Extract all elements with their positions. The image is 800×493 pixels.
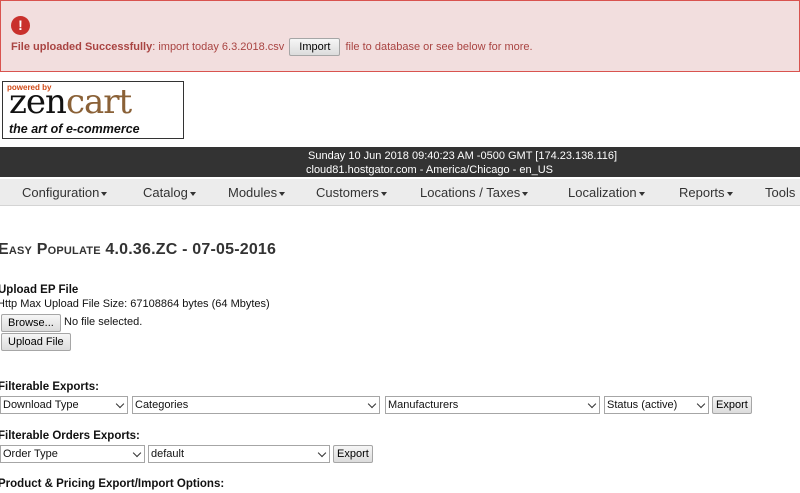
menu-catalog[interactable]: Catalog <box>143 185 196 200</box>
logo-tagline: the art of e-commerce <box>9 122 140 136</box>
menu-modules[interactable]: Modules <box>228 185 286 200</box>
select-value: Download Type <box>3 399 79 411</box>
chevron-down-icon <box>696 399 706 409</box>
caret-down-icon <box>726 191 733 196</box>
menu-label: Configuration <box>22 185 100 200</box>
caret-down-icon <box>638 191 645 196</box>
select-value: default <box>151 448 185 460</box>
alert-tail-text: file to database or see below for more. <box>345 41 533 53</box>
select-value: Categories <box>135 399 189 411</box>
chevron-down-icon <box>587 399 597 409</box>
server-datetime: Sunday 10 Jun 2018 09:40:23 AM -0500 GMT… <box>308 150 618 162</box>
menu-label: Locations / Taxes <box>420 185 521 200</box>
menu-label: Catalog <box>143 185 188 200</box>
caret-down-icon <box>522 191 529 196</box>
admin-menu-bar: Configuration Catalog Modules Customers … <box>0 179 800 206</box>
server-host: cloud81.hostgator.com - America/Chicago … <box>306 164 554 176</box>
menu-locations-taxes[interactable]: Locations / Taxes <box>420 185 529 200</box>
filterable-exports-label: Filterable Exports: <box>0 381 99 393</box>
caret-down-icon <box>380 191 387 196</box>
logo-cart: cart <box>65 82 132 122</box>
exclamation-circle-icon: ! <box>11 16 30 35</box>
upload-alert: ! File uploaded Successfully : import to… <box>0 0 800 72</box>
download-type-select[interactable]: Download Type <box>0 396 128 414</box>
caret-down-icon <box>101 191 108 196</box>
chevron-down-icon <box>367 399 377 409</box>
alert-file-text: : import today 6.3.2018.csv <box>152 41 285 53</box>
select-value: Order Type <box>3 448 58 460</box>
categories-select[interactable]: Categories <box>132 396 380 414</box>
status-select[interactable]: Status (active) <box>604 396 709 414</box>
page-title: Easy Populate 4.0.36.ZC - 07-05-2016 <box>0 241 277 258</box>
upload-file-button[interactable]: Upload File <box>1 333 71 351</box>
max-upload-size: Http Max Upload File Size: 67108864 byte… <box>0 298 270 310</box>
menu-label: Customers <box>316 185 379 200</box>
menu-localization[interactable]: Localization <box>568 185 645 200</box>
browse-button[interactable]: Browse... <box>1 314 61 332</box>
orders-exports-label: Filterable Orders Exports: <box>0 430 140 442</box>
chevron-down-icon <box>132 448 142 458</box>
chevron-down-icon <box>317 448 327 458</box>
caret-down-icon <box>279 191 286 196</box>
alert-bold-text: File uploaded Successfully <box>11 41 153 53</box>
select-value: Status (active) <box>607 399 678 411</box>
menu-label: Modules <box>228 185 278 200</box>
menu-label: Localization <box>568 185 637 200</box>
menu-configuration[interactable]: Configuration <box>22 185 108 200</box>
logo-wordmark: zencart <box>9 82 132 122</box>
export-button[interactable]: Export <box>712 396 752 414</box>
no-file-selected: No file selected. <box>64 316 143 328</box>
menu-reports[interactable]: Reports <box>679 185 733 200</box>
select-value: Manufacturers <box>388 399 459 411</box>
upload-heading: Upload EP File <box>0 284 79 296</box>
menu-customers[interactable]: Customers <box>316 185 387 200</box>
order-type-select[interactable]: Order Type <box>0 445 145 463</box>
manufacturers-select[interactable]: Manufacturers <box>385 396 600 414</box>
caret-down-icon <box>189 191 196 196</box>
menu-tools[interactable]: Tools <box>765 185 795 200</box>
menu-label: Reports <box>679 185 725 200</box>
orders-export-button[interactable]: Export <box>333 445 373 463</box>
chevron-down-icon <box>115 399 125 409</box>
alert-message: File uploaded Successfully : import toda… <box>11 38 533 56</box>
zencart-logo[interactable]: powered by zencart the art of e-commerce <box>2 81 184 139</box>
product-pricing-label: Product & Pricing Export/Import Options: <box>0 478 225 490</box>
import-button[interactable]: Import <box>289 38 341 56</box>
logo-zen: zen <box>9 82 67 122</box>
order-status-select[interactable]: default <box>148 445 330 463</box>
server-info-bar: Sunday 10 Jun 2018 09:40:23 AM -0500 GMT… <box>0 147 800 177</box>
menu-label: Tools <box>765 185 796 200</box>
